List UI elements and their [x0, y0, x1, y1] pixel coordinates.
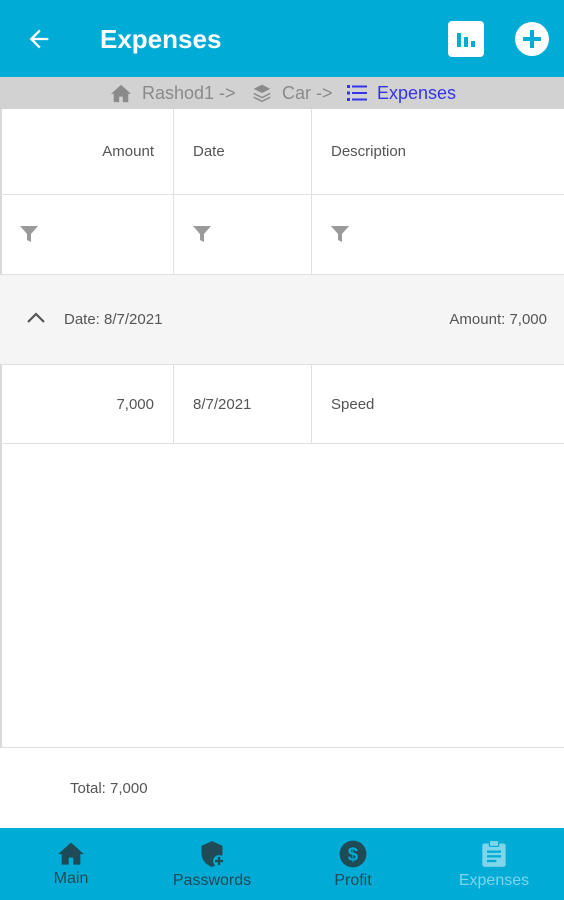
breadcrumb-label: Car ->	[282, 82, 333, 103]
layers-icon	[253, 84, 271, 103]
column-header-date[interactable]: Date	[193, 143, 225, 161]
column-divider	[173, 109, 174, 275]
nav-item-passwords[interactable]: Passwords	[160, 828, 264, 900]
home-icon	[58, 842, 84, 865]
chart-button[interactable]	[448, 21, 484, 57]
shield-plus-icon	[201, 841, 225, 867]
list-icon	[347, 85, 367, 101]
filter-icon[interactable]	[330, 224, 350, 244]
row-divider	[0, 364, 564, 365]
column-header-description[interactable]: Description	[331, 143, 406, 161]
nav-item-main[interactable]: Main	[22, 828, 120, 900]
page-title: Expenses	[100, 24, 222, 54]
left-border	[0, 109, 2, 828]
column-header-amount[interactable]: Amount	[0, 143, 154, 161]
nav-label: Expenses	[458, 872, 530, 889]
dollar-circle-icon: $	[339, 840, 367, 868]
back-button[interactable]	[22, 22, 56, 56]
table-footer: Total: 7,000	[0, 748, 564, 828]
filter-icon[interactable]	[192, 224, 212, 244]
bar-chart-icon	[457, 33, 475, 47]
nav-label: Profit	[334, 872, 372, 889]
row-divider	[0, 194, 564, 195]
breadcrumb: Rashod1 -> Car -> Expenses	[0, 77, 564, 109]
group-label: Date: 8/7/2021	[64, 311, 163, 328]
column-divider	[173, 365, 174, 443]
arrow-left-icon	[29, 29, 49, 49]
column-divider	[311, 365, 312, 443]
chevron-up-icon[interactable]	[26, 310, 46, 324]
nav-label: Main	[53, 870, 89, 887]
breadcrumb-item-rashod1[interactable]: Rashod1 ->	[110, 77, 236, 109]
clipboard-icon	[482, 840, 506, 867]
nav-item-profit[interactable]: $ Profit	[304, 828, 402, 900]
cell-date: 8/7/2021	[193, 396, 252, 413]
nav-label: Passwords	[172, 872, 252, 889]
app-bar: Expenses	[0, 0, 564, 77]
row-divider	[0, 443, 564, 444]
breadcrumb-item-expenses[interactable]: Expenses	[347, 77, 456, 109]
breadcrumb-label: Expenses	[377, 82, 457, 103]
breadcrumb-label: Rashod1 ->	[142, 82, 236, 103]
group-row[interactable]: Date: 8/7/2021 Amount: 7,000	[0, 275, 564, 364]
bottom-navigation: Main Passwords $ Profit Expenses	[0, 828, 564, 900]
cell-description: Speed	[331, 396, 375, 413]
add-circle-icon	[515, 22, 549, 56]
filter-icon[interactable]	[19, 224, 39, 244]
home-icon	[111, 84, 131, 103]
nav-item-expenses[interactable]: Expenses	[444, 828, 544, 900]
group-summary: Amount: 7,000	[449, 311, 547, 328]
cell-amount: 7,000	[116, 396, 154, 413]
column-divider	[311, 109, 312, 275]
svg-text:$: $	[348, 843, 359, 864]
total-summary: Total: 7,000	[70, 780, 148, 797]
breadcrumb-item-car[interactable]: Car ->	[252, 77, 333, 109]
add-expense-button[interactable]	[514, 21, 550, 57]
